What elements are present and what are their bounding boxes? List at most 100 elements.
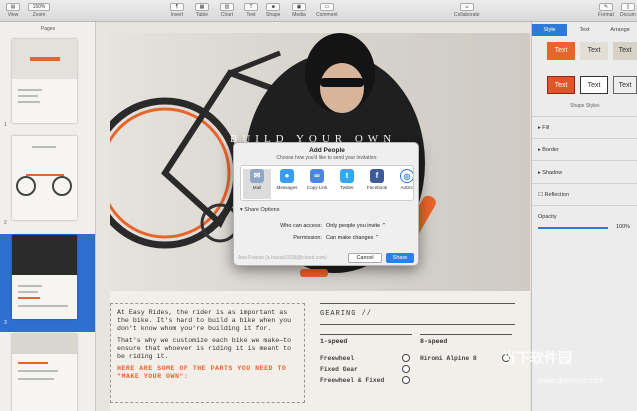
divider — [532, 183, 637, 184]
shape-style-swatch[interactable]: Text — [580, 42, 608, 60]
insert-icon: ¶ — [170, 3, 184, 11]
share-messages[interactable]: ● Messages — [273, 169, 301, 190]
tab-style[interactable]: Style — [532, 24, 567, 36]
shape-style-swatch[interactable]: Text — [613, 42, 637, 60]
watermark-text: 当下软件园 — [502, 350, 572, 366]
tab-text[interactable]: Text — [567, 24, 602, 36]
comment-button[interactable]: ▭ Comment — [316, 3, 338, 18]
table-icon: ▦ — [195, 3, 209, 11]
document-button[interactable]: ▯ Docum — [620, 3, 636, 18]
dialog-subtitle: Choose how you'd like to send your invit… — [276, 155, 378, 161]
thumb-line — [18, 362, 48, 364]
gear-row-hiromi: Hiromi Alpine 8 — [420, 355, 477, 362]
thumb-photo — [12, 235, 77, 275]
permission-label: Permission: — [293, 235, 322, 241]
watermark-url: www.downxia.com — [538, 376, 604, 385]
divider — [532, 116, 637, 117]
format-icon: ✎ — [598, 3, 613, 11]
thumb-wheel — [16, 176, 36, 196]
add-people-dialog: Add People Choose how you'd like to send… — [233, 142, 419, 266]
thumb-line — [18, 378, 54, 380]
share-facebook[interactable]: f Facebook — [363, 169, 391, 190]
copy-link-icon: ∞ — [310, 169, 324, 183]
page-number: 1 — [4, 122, 7, 128]
chart-button[interactable]: ▥ Chart — [220, 3, 234, 18]
divider — [532, 160, 637, 161]
fill-row[interactable]: ▸ Fill — [538, 125, 549, 131]
pages-sidebar: Pages 1 2 3 4 — [0, 22, 96, 411]
page-number: 3 — [4, 320, 7, 326]
thumb-photo — [12, 334, 77, 354]
checkbox-circle[interactable] — [402, 376, 410, 384]
who-can-access-label: Who can access: — [280, 223, 322, 229]
opacity-slider[interactable] — [538, 227, 608, 229]
share-copy-link[interactable]: ∞ Copy Link — [303, 169, 331, 190]
paragraph-2: That's why we customize each bike we mak… — [117, 337, 292, 360]
thumb-line — [18, 297, 40, 299]
chart-icon: ▥ — [220, 3, 234, 11]
messages-icon: ● — [280, 169, 294, 183]
shadow-row[interactable]: ▸ Shadow — [538, 170, 562, 176]
text-button[interactable]: T Text — [244, 3, 258, 18]
comment-icon: ▭ — [319, 3, 334, 11]
col-header-1speed: 1-speed — [320, 334, 412, 345]
shape-style-swatch[interactable]: Text — [547, 42, 575, 60]
share-button[interactable]: Share — [386, 253, 414, 263]
opacity-value[interactable]: 100% — [616, 224, 630, 230]
thumb-line — [18, 95, 38, 97]
share-airdrop[interactable]: ◎ AirDro — [393, 169, 413, 190]
divider — [532, 205, 637, 206]
page-thumbnail-4[interactable] — [12, 334, 77, 411]
mail-icon: ✉ — [250, 169, 264, 183]
insert-button[interactable]: ¶ Insert — [170, 3, 184, 18]
table-button[interactable]: ▦ Table — [195, 3, 209, 18]
shape-style-swatch[interactable]: Text — [580, 76, 608, 94]
collaborate-button[interactable]: ☺ Collaborate — [454, 3, 480, 18]
cancel-button[interactable]: Cancel — [348, 253, 382, 263]
page-thumbnail-3[interactable] — [12, 235, 77, 319]
reflection-row[interactable]: ☐ Reflection — [538, 192, 569, 198]
sender-email: Ana Frazao (a.frazao2018@icloud.com) — [238, 255, 327, 261]
share-twitter[interactable]: t Twitter — [333, 169, 361, 190]
thumb-line — [18, 305, 68, 307]
who-can-access-select[interactable]: Only people you invite ⌃ — [326, 223, 386, 229]
gearing-title: GEARING // — [320, 303, 515, 325]
gear-row-freewheel: Freewheel — [320, 355, 355, 362]
gear-row-fixed-gear: Fixed Gear — [320, 366, 358, 373]
thumb-frame — [26, 174, 64, 176]
permission-select[interactable]: Can make changes ⌃ — [326, 235, 380, 241]
gear-row-freewheel-fixed: Freewheel & Fixed — [320, 377, 385, 384]
border-row[interactable]: ▸ Border — [538, 147, 559, 153]
thumb-line — [18, 101, 40, 103]
thumb-line — [18, 89, 42, 91]
airdrop-icon: ◎ — [400, 169, 413, 183]
share-options-toggle[interactable]: ▾ Share Options — [240, 207, 279, 213]
view-button[interactable]: ▤ View — [6, 3, 20, 18]
shape-button[interactable]: ■ Shape — [266, 3, 280, 18]
text-icon: T — [244, 3, 258, 11]
checkbox-circle[interactable] — [402, 365, 410, 373]
share-mail[interactable]: ✉ Mail — [243, 169, 271, 199]
shape-style-swatch[interactable]: Text — [547, 76, 575, 94]
page-thumbnail-1[interactable] — [12, 39, 77, 123]
media-button[interactable]: ▣ Media — [292, 3, 306, 18]
col-header-8speed: 8-speed — [420, 334, 512, 345]
page-number: 2 — [4, 220, 7, 226]
shape-style-swatch[interactable]: Text — [613, 76, 637, 94]
thumb-wheel — [52, 176, 72, 196]
twitter-icon: t — [340, 169, 354, 183]
thumb-title — [30, 57, 60, 61]
intro-text-box[interactable]: At Easy Rides, the rider is as important… — [110, 303, 305, 403]
watermark: 当下软件园 — [480, 348, 637, 398]
parts-heading: HERE ARE SOME OF THE PARTS YOU NEED TO "… — [117, 365, 287, 380]
format-button[interactable]: ✎ Format — [598, 3, 614, 18]
tab-arrange[interactable]: Arrange — [602, 24, 637, 36]
chevron-updown-icon: ⌃ — [381, 223, 387, 229]
page-thumbnail-2[interactable] — [12, 136, 77, 220]
sidebar-icon: ▤ — [6, 3, 20, 11]
dialog-title: Add People — [309, 147, 345, 154]
zoom-control[interactable]: 150% Zoom — [28, 3, 50, 18]
share-apps: ✉ Mail ● Messages ∞ Copy Link t Twitter f Fac… — [240, 165, 414, 201]
opacity-label: Opacity — [538, 214, 557, 220]
checkbox-circle[interactable] — [402, 354, 410, 362]
